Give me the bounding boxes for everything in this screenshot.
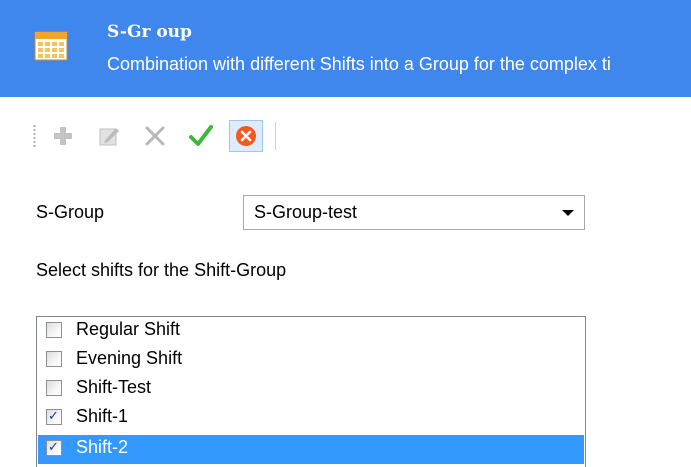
shift-item-shift-2[interactable]: ✓ Shift-2: [38, 435, 584, 464]
sgroup-dropdown-value: S-Group-test: [254, 202, 358, 222]
shift-label: Evening Shift: [76, 348, 183, 368]
sgroup-label: S-Group: [36, 202, 105, 222]
select-shifts-label: Select shifts for the Shift-Group: [36, 260, 287, 280]
plus-icon: [54, 127, 72, 145]
shift-checklist[interactable]: Regular Shift Evening Shift Shift-Test ✓…: [36, 316, 586, 467]
shift-checkbox[interactable]: ✓: [46, 440, 62, 456]
toolbar: [0, 110, 691, 160]
check-icon: [189, 125, 213, 146]
confirm-button[interactable]: [184, 120, 218, 152]
shift-item-shift-1[interactable]: ✓ Shift-1: [38, 404, 584, 433]
sgroup-dropdown[interactable]: S-Group-test: [243, 195, 585, 230]
shift-label: Shift-2: [76, 437, 129, 457]
shift-label: Shift-Test: [76, 377, 152, 397]
shift-checkbox[interactable]: [46, 322, 62, 338]
shift-label: Regular Shift: [76, 319, 181, 339]
page-description: Combination with different Shifts into a…: [107, 54, 611, 74]
toolbar-separator: [275, 122, 276, 150]
cancel-button[interactable]: [229, 120, 263, 152]
chevron-down-icon[interactable]: [562, 210, 574, 216]
shift-checkbox[interactable]: ✓: [46, 409, 62, 425]
toolbar-grip[interactable]: [33, 124, 36, 148]
page-title: S-Gr oup: [107, 22, 192, 42]
x-icon: [145, 126, 165, 146]
delete-button[interactable]: [138, 120, 172, 152]
shift-item-evening-shift[interactable]: Evening Shift: [38, 346, 584, 375]
shift-item-regular-shift[interactable]: Regular Shift: [38, 317, 584, 346]
header-banner: S-Gr oup Combination with different Shif…: [0, 0, 691, 97]
checkmark-icon: ✓: [48, 409, 59, 424]
shift-label: Shift-1: [76, 406, 129, 426]
add-button[interactable]: [46, 120, 80, 152]
checkmark-icon: ✓: [48, 440, 59, 455]
calendar-icon: [34, 31, 68, 61]
shift-item-shift-test[interactable]: Shift-Test: [38, 375, 584, 404]
edit-button[interactable]: [92, 120, 126, 152]
shift-checkbox[interactable]: [46, 380, 62, 396]
cancel-circle-icon: [236, 126, 256, 146]
edit-icon: [99, 128, 119, 146]
shift-checkbox[interactable]: [46, 351, 62, 367]
